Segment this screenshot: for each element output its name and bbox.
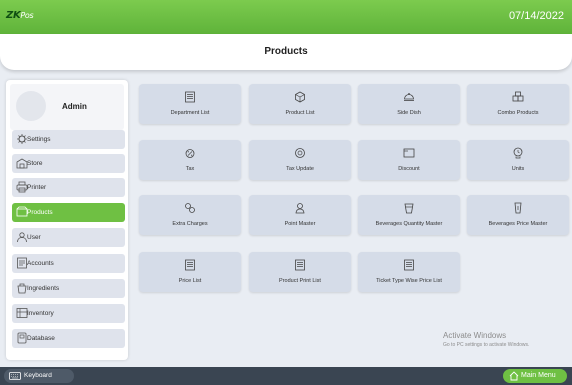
- tile-label: Product Print List: [279, 278, 321, 284]
- sidebar-item-printer[interactable]: Printer: [12, 178, 125, 197]
- top-bar: ZKPos 07/14/2022: [0, 0, 572, 34]
- tile-label: Ticket Type Wise Price List: [376, 278, 442, 284]
- main-menu-button[interactable]: Main Menu: [503, 369, 567, 383]
- tile-beverages-quantity-master[interactable]: Beverages Quantity Master: [358, 195, 460, 235]
- tile-extra-charges[interactable]: Extra Charges: [139, 195, 241, 235]
- tile-department-list[interactable]: Department List: [139, 84, 241, 124]
- tile-product-list[interactable]: Product List: [249, 84, 351, 124]
- user-name: Admin: [62, 102, 87, 111]
- page-title: Products: [0, 34, 572, 70]
- tile-tax-update[interactable]: Tax Update: [249, 140, 351, 180]
- watermark-title: Activate Windows: [443, 331, 507, 340]
- tile-discount[interactable]: Discount: [358, 140, 460, 180]
- tile-label: Discount: [398, 166, 420, 172]
- keyboard-button[interactable]: Keyboard: [4, 369, 74, 383]
- sidebar-item-label: Accounts: [27, 260, 54, 267]
- activation-watermark: Activate Windows Go to PC settings to ac…: [443, 331, 529, 348]
- sidebar-item-label: Database: [27, 335, 55, 342]
- sidebar-item-inventory[interactable]: Inventory: [12, 304, 125, 323]
- tile-label: Beverages Quantity Master: [375, 221, 443, 227]
- keyboard-icon: [9, 372, 21, 380]
- sidebar-item-label: Products: [27, 209, 53, 216]
- watermark-subtitle: Go to PC settings to activate Windows.: [443, 342, 530, 348]
- sidebar-item-label: Ingredients: [27, 285, 60, 292]
- sidebar-item-settings[interactable]: Settings: [12, 130, 125, 149]
- tile-label: Price List: [178, 278, 202, 284]
- discount-icon: [403, 148, 415, 158]
- app-logo: ZKPos: [6, 10, 34, 21]
- tile-combo-products[interactable]: Combo Products: [467, 84, 569, 124]
- tile-label: Product List: [285, 110, 315, 116]
- tile-product-print-list[interactable]: Product Print List: [249, 252, 351, 292]
- units-icon: [513, 147, 523, 159]
- sidebar-item-label: User: [27, 234, 41, 241]
- sidebar-item-user[interactable]: User: [12, 228, 125, 247]
- current-date: 07/14/2022: [508, 10, 564, 22]
- sidebar: Admin Settings Store Printer Products Us…: [6, 80, 128, 360]
- ticket-price-icon: [404, 259, 414, 271]
- price-list-icon: [185, 259, 195, 271]
- tile-label: Combo Products: [497, 110, 539, 116]
- sidebar-item-store[interactable]: Store: [12, 154, 125, 173]
- tile-point-master[interactable]: Point Master: [249, 195, 351, 235]
- tax-update-icon: [295, 148, 305, 158]
- tile-label: Units: [511, 166, 525, 172]
- sidebar-item-label: Printer: [27, 184, 47, 191]
- tile-label: Extra Charges: [172, 221, 208, 227]
- list-icon: [185, 91, 195, 103]
- tile-label: Tax: [185, 166, 195, 172]
- sidebar-item-accounts[interactable]: Accounts: [12, 254, 125, 273]
- keyboard-label: Keyboard: [24, 372, 52, 379]
- tile-price-list[interactable]: Price List: [139, 252, 241, 292]
- tile-tax[interactable]: Tax: [139, 140, 241, 180]
- sidebar-item-products[interactable]: Products: [12, 203, 125, 222]
- beverages-price-icon: [514, 202, 522, 214]
- tax-icon: [185, 149, 195, 158]
- point-master-icon: [295, 203, 305, 214]
- tile-beverages-price-master[interactable]: Beverages Price Master: [467, 195, 569, 235]
- logo-pos: Pos: [20, 11, 34, 20]
- sidebar-item-label: Settings: [27, 136, 51, 143]
- avatar: [16, 91, 46, 121]
- tile-label: Department List: [170, 110, 210, 116]
- tile-label: Side Dish: [397, 110, 421, 116]
- user-profile: Admin: [10, 84, 124, 130]
- sidebar-item-database[interactable]: Database: [12, 329, 125, 348]
- tile-label: Tax Update: [286, 166, 314, 172]
- sidebar-item-label: Inventory: [27, 310, 54, 317]
- tile-label: Point Master: [284, 221, 316, 227]
- tile-units[interactable]: Units: [467, 140, 569, 180]
- logo-zk: ZK: [6, 10, 21, 21]
- tile-ticket-type-wise-price-list[interactable]: Ticket Type Wise Price List: [358, 252, 460, 292]
- combo-icon: [512, 91, 524, 102]
- dish-icon: [404, 93, 414, 101]
- main-menu-label: Main Menu: [521, 372, 556, 379]
- tile-side-dish[interactable]: Side Dish: [358, 84, 460, 124]
- sidebar-item-ingredients[interactable]: Ingredients: [12, 279, 125, 298]
- tile-label: Beverages Price Master: [488, 221, 548, 227]
- beverages-quantity-icon: [404, 203, 414, 214]
- bottom-bar: Keyboard Main Menu: [0, 367, 572, 385]
- sidebar-item-label: Store: [27, 160, 43, 167]
- extra-charges-icon: [185, 203, 195, 213]
- home-icon: [509, 371, 519, 381]
- print-list-icon: [295, 259, 305, 271]
- cube-icon: [295, 91, 305, 103]
